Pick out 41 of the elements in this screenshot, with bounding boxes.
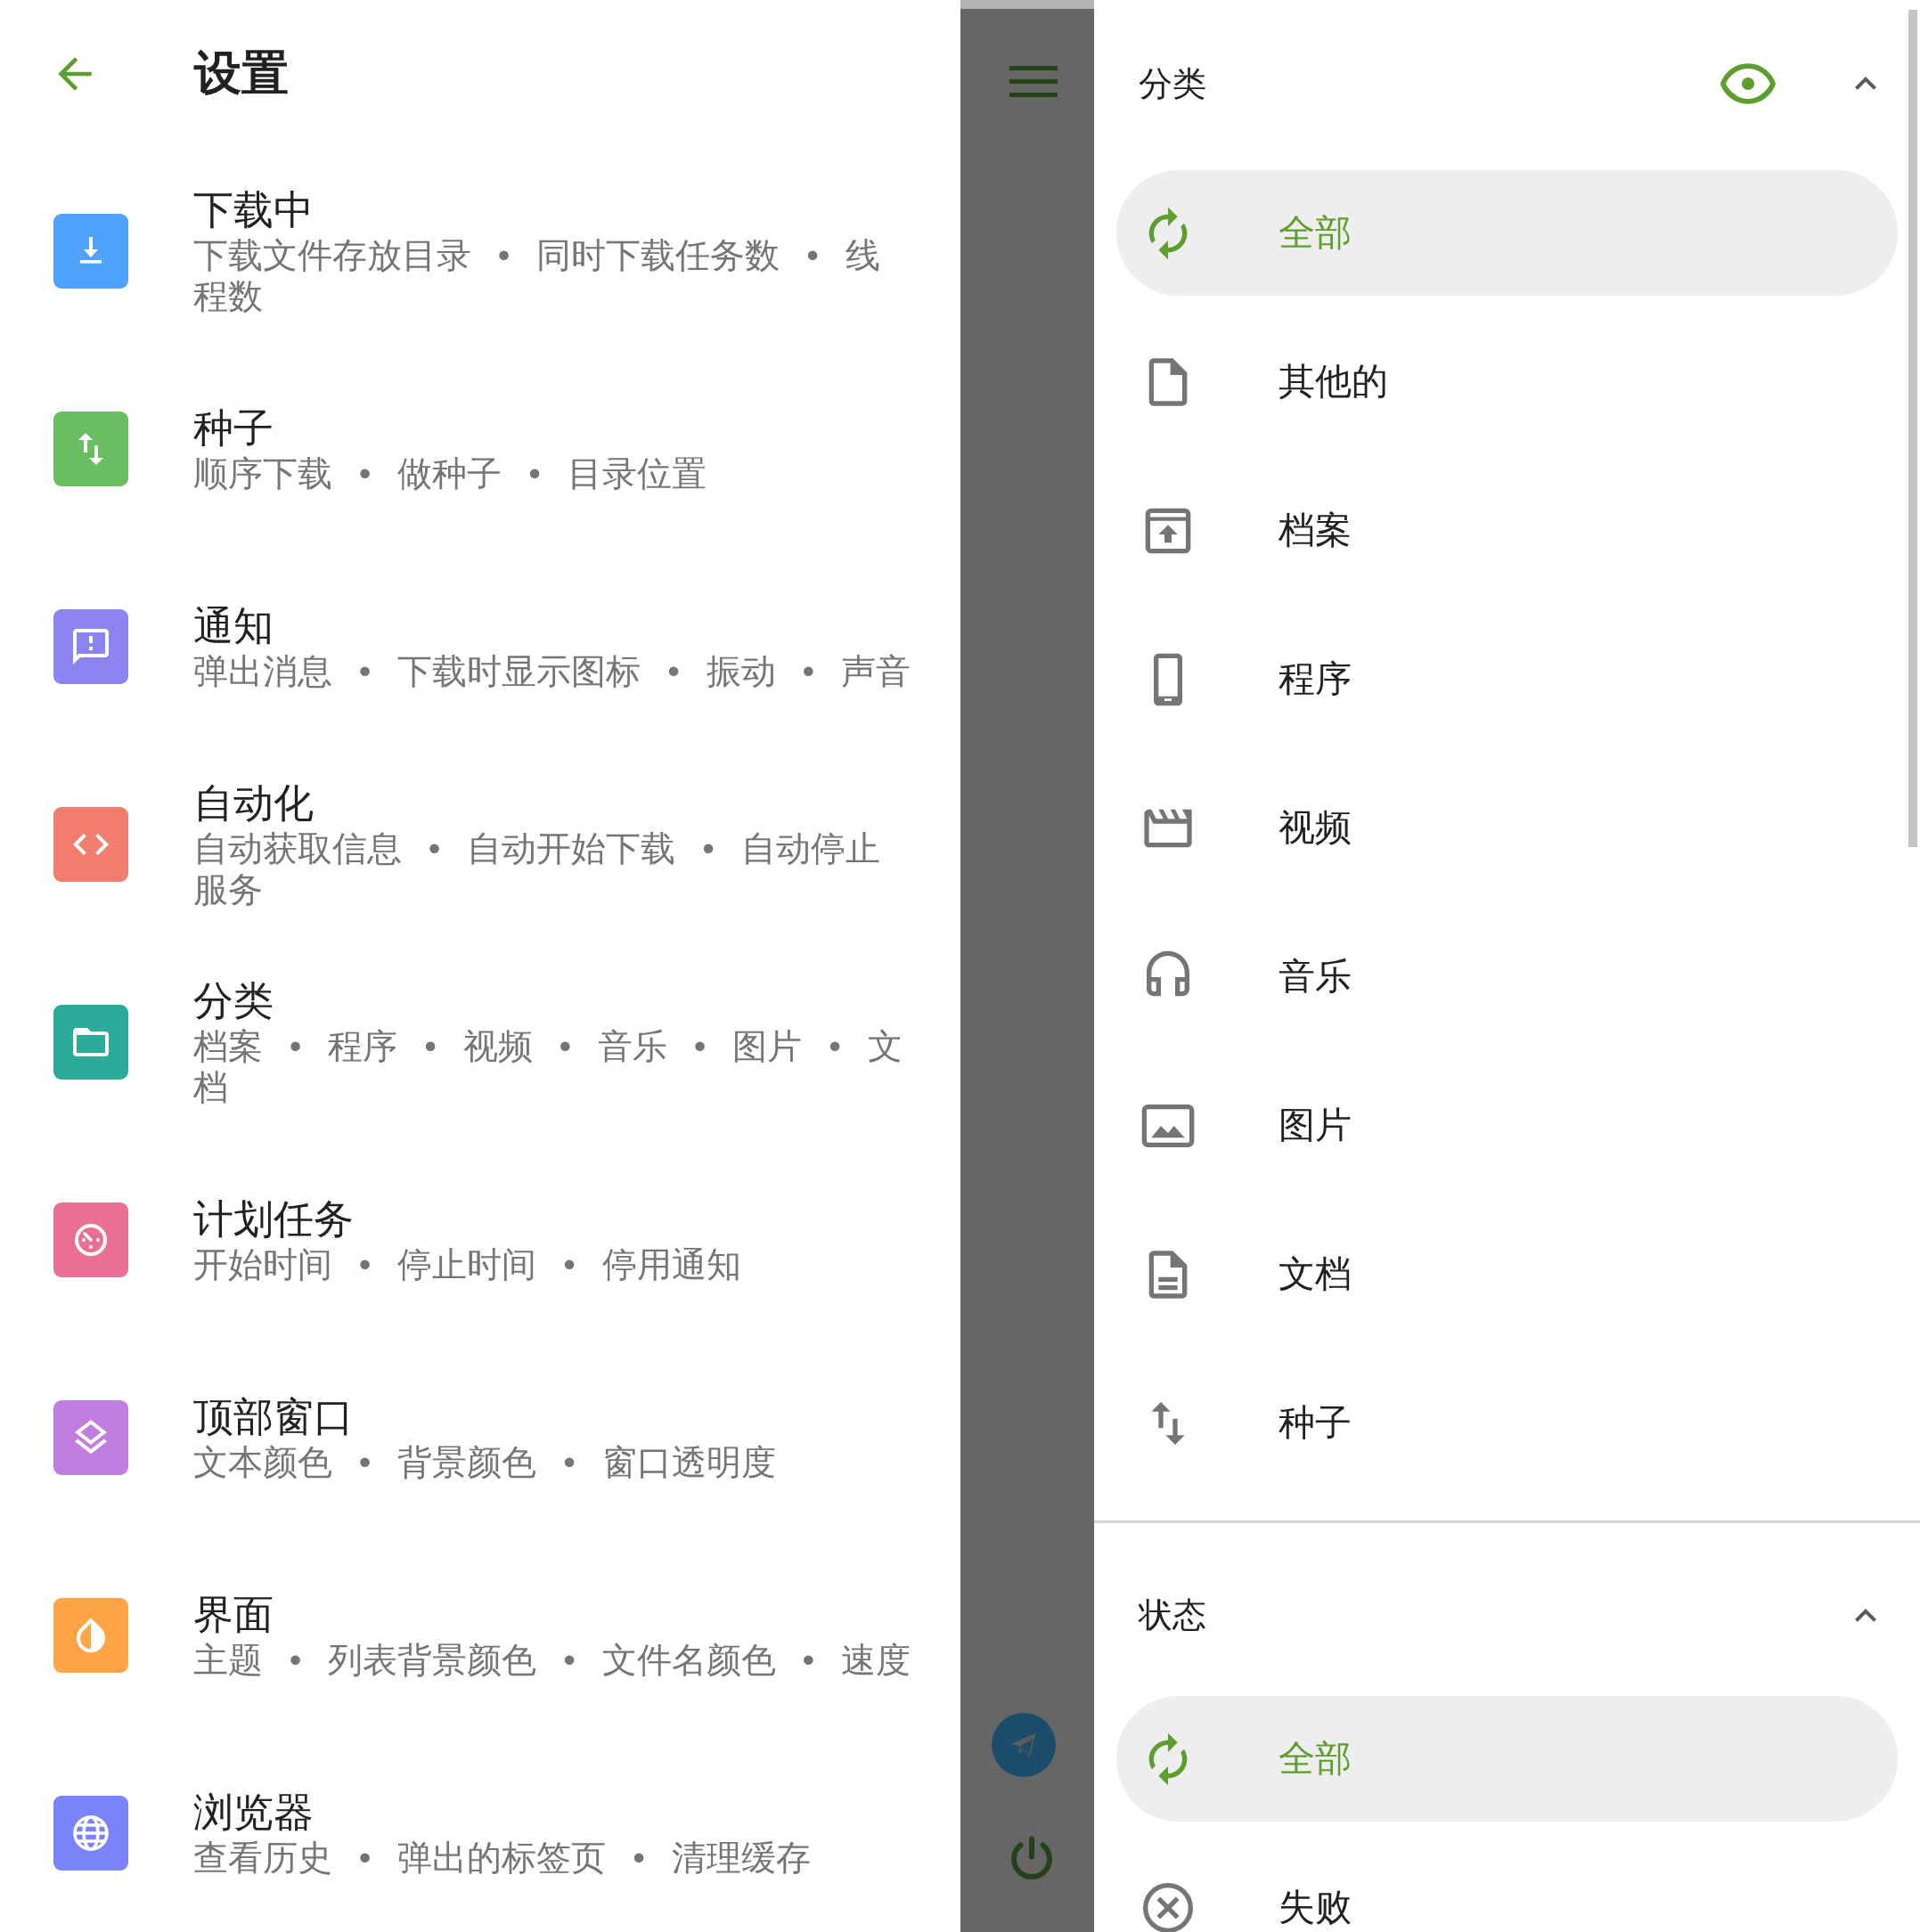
setting-summary: 主题 • 列表背景颜色 • 文件名颜色 • 速度	[193, 1640, 911, 1681]
filter-item[interactable]: 种子	[1116, 1360, 1898, 1486]
globe-icon[interactable]	[53, 1796, 128, 1871]
folder-icon[interactable]	[53, 1005, 128, 1080]
setting-summary: 弹出消息 • 下载时显示图标 • 振动 • 声音	[193, 651, 911, 692]
setting-summary: 开始时间 • 停止时间 • 停用通知	[193, 1244, 742, 1285]
setting-title[interactable]: 种子	[193, 404, 274, 453]
setting-title[interactable]: 浏览器	[193, 1788, 314, 1838]
setting-title[interactable]: 顶部窗口	[193, 1392, 354, 1442]
setting-title[interactable]: 通知	[193, 601, 274, 651]
filter-item[interactable]: 音乐	[1116, 914, 1898, 1039]
filter-item[interactable]: 文档	[1116, 1211, 1898, 1337]
filter-item[interactable]: 视频	[1116, 765, 1898, 891]
scrollbar[interactable]	[1908, 10, 1917, 847]
setting-summary: 查看历史 • 弹出的标签页 • 清理缓存	[193, 1838, 812, 1879]
swap-arrows-icon[interactable]	[53, 412, 128, 486]
setting-summary: 文本颜色 • 背景颜色 • 窗口透明度	[193, 1442, 777, 1483]
setting-title[interactable]: 分类	[193, 976, 274, 1026]
drop-icon[interactable]	[53, 1598, 128, 1673]
setting-title[interactable]: 界面	[193, 1590, 274, 1640]
download-icon[interactable]	[53, 214, 128, 289]
setting-title[interactable]: 计划任务	[193, 1194, 354, 1244]
filter-item[interactable]: 图片	[1116, 1063, 1898, 1188]
filter-item[interactable]: 程序	[1116, 616, 1898, 742]
menu-icon[interactable]	[1009, 64, 1058, 100]
filter-item[interactable]: 档案	[1116, 468, 1898, 593]
setting-title[interactable]: 自动化	[193, 779, 314, 828]
section-title: 分类	[1139, 62, 1206, 105]
message-alert-icon[interactable]	[53, 609, 128, 684]
code-icon[interactable]	[53, 807, 128, 882]
setting-summary: 下载文件存放目录 • 同时下载任务数 • 线程数	[193, 235, 881, 317]
page-title: 设置	[194, 44, 289, 102]
section-title: 状态	[1139, 1594, 1206, 1636]
setting-summary: 自动获取信息 • 自动开始下载 • 自动停止服务	[193, 828, 881, 910]
filter-item[interactable]: 其他的	[1116, 319, 1898, 444]
setting-summary: 顺序下载 • 做种子 • 目录位置	[193, 453, 707, 494]
timer-icon[interactable]	[53, 1202, 128, 1277]
layers-icon[interactable]	[53, 1400, 128, 1475]
filter-item[interactable]: 失败	[1116, 1845, 1898, 1932]
setting-summary: 档案 • 程序 • 视频 • 音乐 • 图片 • 文档	[193, 1026, 903, 1108]
setting-title[interactable]: 下载中	[193, 185, 314, 235]
